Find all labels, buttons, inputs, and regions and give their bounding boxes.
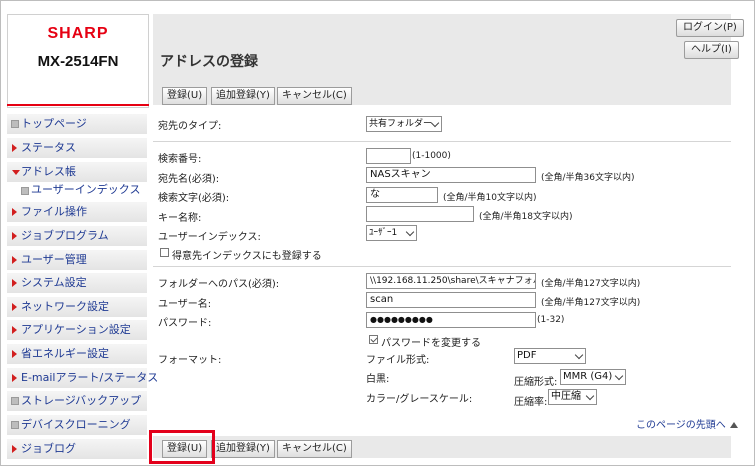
sidebar-item-file-ops[interactable]: ファイル操作 [7, 202, 147, 222]
separator-1 [153, 141, 731, 142]
triangle-right-icon [12, 303, 17, 311]
sidebar-item-app-settings[interactable]: アプリケーション設定 [7, 320, 147, 340]
add-register-button-top[interactable]: 追加登録(Y) [211, 87, 275, 105]
sidebar-item-job-program[interactable]: ジョブプログラム [7, 226, 147, 246]
key-name-input[interactable] [366, 206, 474, 222]
square-icon [11, 397, 19, 405]
sidebar-item-address-book[interactable]: アドレス帳 [7, 162, 147, 182]
search-char-input[interactable]: な [366, 187, 438, 203]
triangle-right-icon [12, 279, 17, 287]
dest-type-label: 宛先のタイプ: [158, 121, 222, 132]
dest-type-select[interactable]: 共有フォルダー [366, 116, 442, 132]
sidebar-item-energy-saving[interactable]: 省エネルギー設定 [7, 344, 147, 364]
favorite-index-label: 得意先インデックスにも登録する [172, 251, 322, 262]
triangle-right-icon [12, 144, 17, 152]
page-top-link[interactable]: このページの先頭へ [636, 416, 738, 431]
ratio-label: 圧縮率: [514, 397, 548, 408]
logo-panel: SHARP MX-2514FN [7, 14, 149, 108]
search-char-label: 検索文字(必須): [158, 193, 230, 204]
sidebar-item-device-cloning[interactable]: デバイスクローニング [7, 415, 147, 435]
chevron-down-icon [585, 391, 595, 401]
model-name: MX-2514FN [37, 53, 119, 70]
sidebar-item-status[interactable]: ステータス [7, 138, 147, 158]
dest-name-hint: (全角/半角36文字以内) [541, 173, 635, 183]
favorite-index-checkbox[interactable] [160, 248, 169, 257]
square-icon [11, 120, 19, 128]
format-label: フォーマット: [158, 355, 222, 366]
sidebar-item-system-settings[interactable]: システム設定 [7, 273, 147, 293]
folder-path-label: フォルダーへのパス(必須): [158, 279, 280, 290]
ratio-select[interactable]: 中圧縮 [548, 389, 597, 405]
login-button[interactable]: ログイン(P) [676, 19, 744, 37]
sidebar-item-job-log[interactable]: ジョブログ [7, 439, 147, 459]
file-type-select[interactable]: PDF [514, 348, 586, 364]
dest-name-input[interactable]: NASスキャン [366, 167, 536, 183]
separator-2 [153, 266, 731, 267]
register-button-top[interactable]: 登録(U) [162, 87, 208, 105]
sidebar-item-user-management[interactable]: ユーザー管理 [7, 250, 147, 270]
square-icon [11, 421, 19, 429]
triangle-right-icon [12, 445, 17, 453]
triangle-right-icon [12, 256, 17, 264]
help-button[interactable]: ヘルプ(I) [684, 41, 739, 59]
compression-select[interactable]: MMR (G4) [560, 369, 626, 385]
sidebar-item-email-alert[interactable]: E-mailアラート/ステータス [7, 368, 158, 388]
user-name-input[interactable]: scan [366, 292, 536, 308]
triangle-right-icon [12, 350, 17, 358]
arrow-up-icon [729, 422, 738, 428]
chevron-down-icon [405, 227, 415, 237]
sidebar-item-storage-backup[interactable]: ストレージバックアップ [7, 391, 147, 411]
sidebar-item-top-page[interactable]: トップページ [7, 114, 147, 134]
user-name-hint: (全角/半角127文字以内) [541, 298, 641, 308]
user-name-label: ユーザー名: [158, 299, 212, 310]
user-index-label: ユーザーインデックス: [158, 232, 261, 243]
compression-label: 圧縮形式: [514, 377, 558, 388]
chevron-down-icon [574, 350, 584, 360]
sidebar-subitem-user-index[interactable]: ユーザーインデックス [7, 182, 147, 198]
folder-path-hint: (全角/半角127文字以内) [541, 279, 641, 289]
sharp-logo: SHARP [47, 25, 109, 42]
search-no-input[interactable] [366, 148, 411, 164]
square-icon [21, 187, 29, 195]
search-no-label: 検索番号: [158, 154, 202, 165]
triangle-right-icon [12, 326, 17, 334]
password-input[interactable]: ●●●●●●●●● [366, 312, 536, 328]
cancel-button-top[interactable]: キャンセル(C) [277, 87, 352, 105]
sidebar-item-network-settings[interactable]: ネットワーク設定 [7, 297, 147, 317]
add-register-button-bottom[interactable]: 追加登録(Y) [211, 440, 275, 458]
color-gray-label: カラー/グレースケール: [366, 394, 473, 405]
logo-underline [7, 104, 149, 106]
search-no-hint: (1-1000) [412, 151, 451, 161]
chevron-down-icon [430, 118, 440, 128]
chevron-down-icon [614, 371, 624, 381]
password-hint: (1-32) [537, 315, 565, 325]
dest-name-label: 宛先名(必須): [158, 174, 220, 185]
page-title: アドレスの登録 [160, 54, 258, 70]
action-bar-bottom: 登録(U) 追加登録(Y) キャンセル(C) [153, 436, 731, 458]
file-type-label: ファイル形式: [366, 355, 430, 366]
key-name-label: キー名称: [158, 213, 202, 224]
password-label: パスワード: [158, 318, 212, 329]
triangle-right-icon [12, 374, 17, 382]
change-password-checkbox[interactable] [369, 335, 378, 344]
triangle-down-icon [12, 170, 20, 175]
bw-label: 白黒: [366, 374, 390, 385]
key-name-hint: (全角/半角18文字以内) [479, 212, 573, 222]
triangle-right-icon [12, 232, 17, 240]
highlight-box [149, 430, 215, 464]
action-bar-top: 登録(U) 追加登録(Y) キャンセル(C) [153, 83, 731, 105]
change-password-label: パスワードを変更する [381, 338, 481, 349]
folder-path-input[interactable]: \\192.168.11.250\share\スキャナフォルダ [366, 273, 536, 289]
cancel-button-bottom[interactable]: キャンセル(C) [277, 440, 352, 458]
search-char-hint: (全角/半角10文字以内) [443, 193, 537, 203]
user-index-select[interactable]: ﾕｰｻﾞｰ1 [366, 225, 417, 241]
triangle-right-icon [12, 208, 17, 216]
